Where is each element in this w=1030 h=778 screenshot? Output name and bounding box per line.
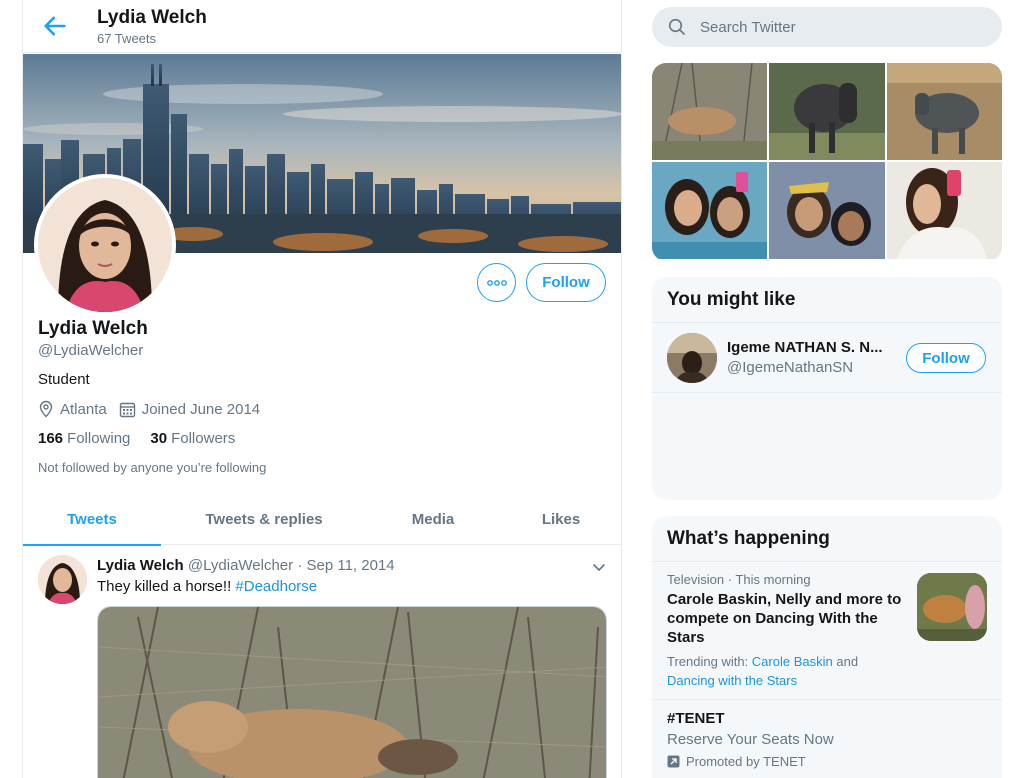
tab-media[interactable]: Media <box>367 493 499 545</box>
promoted-trend-tag: #TENET <box>667 710 725 727</box>
tweet-media[interactable] <box>97 606 607 778</box>
promoted-trend-item[interactable]: #TENET Reserve Your Seats Now Promoted b… <box>652 700 1002 778</box>
media-thumbnail[interactable] <box>652 63 767 160</box>
trending-with: Trending with: Carole Baskin and Dancing… <box>667 652 907 690</box>
suggested-user[interactable]: Igeme NATHAN S. N... @IgemeNathanSN Foll… <box>652 323 1002 393</box>
tweet-header: Lydia Welch @LydiaWelcher · Sep 11, 2014 <box>97 557 395 574</box>
trend-link[interactable]: Dancing with the Stars <box>667 673 797 688</box>
profile-joined: Joined June 2014 <box>141 400 261 418</box>
trend-thumbnail <box>917 573 987 641</box>
trend-title: Carole Baskin, Nelly and more to compete… <box>667 591 902 646</box>
location-pin-icon <box>39 400 53 418</box>
following-label: Following <box>67 430 131 447</box>
calendar-icon <box>119 402 135 417</box>
pony-stall-thumbnail-image <box>887 63 1002 160</box>
follow-button[interactable]: Follow <box>526 263 606 302</box>
horse-photo-image <box>98 607 606 778</box>
profile-column: Lydia Welch 67 Tweets Follow Lydia Welch… <box>22 0 622 778</box>
media-thumbnail[interactable] <box>769 162 885 259</box>
mirror-selfie-thumbnail-image <box>887 162 1002 259</box>
search-input[interactable] <box>700 18 980 36</box>
profile-location: Atlanta <box>60 400 107 418</box>
media-thumbnail[interactable] <box>887 162 1002 259</box>
tab-tweets-replies[interactable]: Tweets & replies <box>161 493 367 545</box>
tweet-text: They killed a horse!! #Deadhorse <box>97 578 317 595</box>
profile-meta: Atlanta Joined June 2014 <box>38 400 272 418</box>
tweet-date[interactable]: · Sep 11, 2014 <box>297 557 394 574</box>
tweet-hashtag-link[interactable]: #Deadhorse <box>235 578 317 595</box>
pony-thumbnail-image <box>769 63 885 160</box>
tweet-author-handle: @LydiaWelcher <box>187 557 294 574</box>
horse-lying-thumbnail-image <box>652 63 767 160</box>
you-might-like-title: You might like <box>652 277 1002 323</box>
profile-avatar[interactable] <box>34 174 176 316</box>
promoted-by-text: Promoted by TENET <box>686 754 806 769</box>
tweet-author-name[interactable]: Lydia Welch <box>97 557 184 574</box>
profile-header-bar: Lydia Welch 67 Tweets <box>23 0 621 53</box>
suggested-user-name[interactable]: Igeme NATHAN S. N... <box>727 339 883 356</box>
trend-link[interactable]: Carole Baskin <box>752 654 833 669</box>
joined-item: Joined June 2014 <box>119 401 260 418</box>
tweet-avatar-image <box>38 555 87 604</box>
trend-time: This morning <box>735 572 811 587</box>
following-link[interactable]: 166 Following <box>38 430 130 447</box>
tab-likes[interactable]: Likes <box>499 493 621 545</box>
media-thumbnail[interactable] <box>887 63 1002 160</box>
search-icon <box>668 18 685 35</box>
whats-happening-card: What’s happening Television · This morni… <box>652 516 1002 778</box>
search-box[interactable] <box>652 7 1002 47</box>
suggested-avatar-image <box>667 333 717 383</box>
followers-link[interactable]: 30 Followers <box>150 430 235 447</box>
followed-by-note: Not followed by anyone you’re following <box>38 460 267 475</box>
profile-bio: Student <box>38 371 90 388</box>
whats-happening-title: What’s happening <box>652 516 1002 562</box>
promoted-icon <box>667 755 680 768</box>
promoted-label: Promoted by TENET <box>667 754 987 769</box>
profile-stats: 166 Following 30 Followers <box>38 430 255 447</box>
you-might-like-card: You might like Igeme NATHAN S. N... @Ige… <box>652 277 1002 500</box>
media-thumbnail[interactable] <box>652 162 767 259</box>
more-horizontal-icon <box>486 279 507 286</box>
media-thumbnail[interactable] <box>769 63 885 160</box>
suggested-user-handle: @IgemeNathanSN <box>727 359 854 376</box>
suggested-user-avatar[interactable] <box>667 333 717 383</box>
avatar-photo-image <box>38 178 172 312</box>
location-item: Atlanta <box>38 400 107 418</box>
header-tweet-count: 67 Tweets <box>97 31 157 46</box>
following-count: 166 <box>38 430 64 447</box>
tab-tweets[interactable]: Tweets <box>23 493 161 546</box>
promoted-trend-text: Reserve Your Seats Now <box>667 731 834 748</box>
more-options-button[interactable] <box>477 263 516 302</box>
back-arrow-icon[interactable] <box>41 12 69 40</box>
trending-with-label: Trending with: <box>667 654 749 669</box>
followers-label: Followers <box>171 430 236 447</box>
trend-item[interactable]: Television · This morning Carole Baskin,… <box>652 562 1002 700</box>
suggested-follow-button[interactable]: Follow <box>906 343 986 373</box>
tweet-avatar[interactable] <box>38 555 87 604</box>
trend-conjunction: and <box>836 654 859 669</box>
chevron-down-icon[interactable] <box>591 559 607 575</box>
header-name: Lydia Welch <box>97 7 207 28</box>
tiger-thumbnail-image <box>917 573 987 641</box>
profile-name: Lydia Welch <box>38 318 148 339</box>
profile-tabs: Tweets Tweets & replies Media Likes <box>23 493 621 546</box>
tweet-body: They killed a horse!! <box>97 578 232 595</box>
profile-media-grid <box>652 63 1002 261</box>
followers-count: 30 <box>150 430 168 447</box>
selfie-thumbnail-image <box>652 162 767 259</box>
profile-handle: @LydiaWelcher <box>38 342 144 359</box>
friends-thumbnail-image <box>769 162 885 259</box>
tweet[interactable]: Lydia Welch @LydiaWelcher · Sep 11, 2014… <box>23 546 621 778</box>
trend-category: Television <box>667 572 725 587</box>
